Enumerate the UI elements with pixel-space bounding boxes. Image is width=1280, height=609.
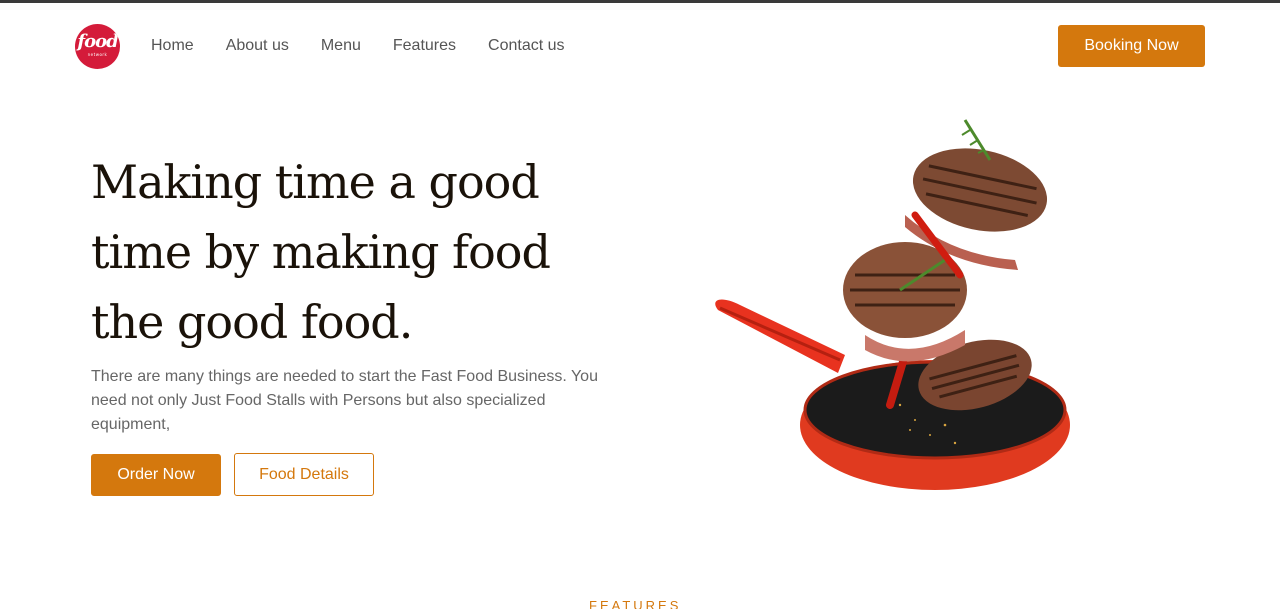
nav-item-contact-us[interactable]: Contact us (488, 37, 564, 55)
hero-title: Making time a good time by making food t… (91, 147, 611, 357)
nav-item-home[interactable]: Home (151, 37, 194, 55)
nav-item-menu[interactable]: Menu (321, 37, 361, 55)
hero-title-line-1: Making time a good (91, 155, 540, 209)
nav-item-features[interactable]: Features (393, 37, 456, 55)
site-header: food network Home About us Menu Features… (0, 3, 1280, 85)
main-nav: Home About us Menu Features Contact us (151, 37, 597, 55)
booking-now-button[interactable]: Booking Now (1058, 25, 1205, 67)
frying-pan-steaks-image (715, 119, 1070, 490)
hero-title-line-3: the good food. (91, 295, 413, 349)
hero-description: There are many things are needed to star… (91, 368, 598, 433)
logo-subtext: network (87, 52, 108, 57)
food-details-button[interactable]: Food Details (234, 453, 374, 496)
pan-handle (715, 299, 845, 373)
order-now-button[interactable]: Order Now (91, 454, 221, 496)
features-section-label: FEATURES (589, 598, 682, 609)
logo-text: food (77, 31, 118, 52)
hero-title-line-2: time by making food (91, 225, 551, 279)
food-network-logo[interactable]: food network (75, 24, 120, 69)
nav-item-about-us[interactable]: About us (226, 37, 289, 55)
